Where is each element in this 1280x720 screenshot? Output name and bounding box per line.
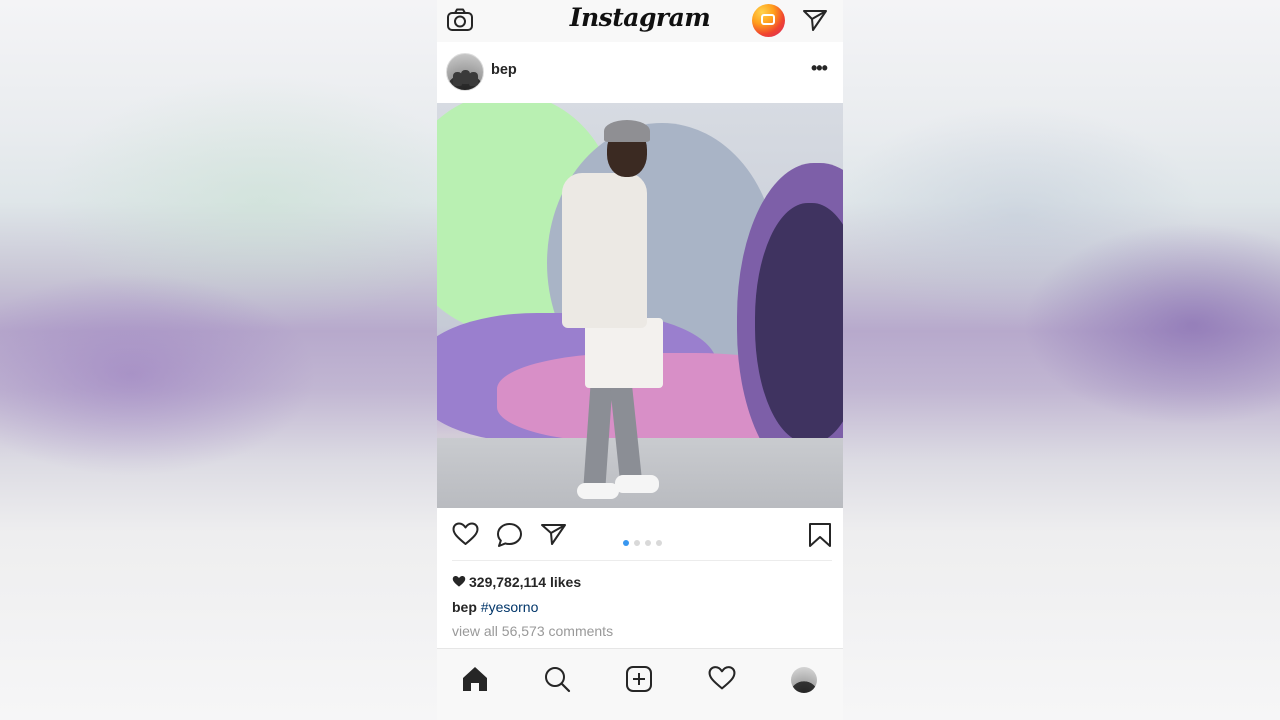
igtv-icon[interactable] bbox=[752, 4, 785, 37]
comment-bubble-icon[interactable] bbox=[496, 522, 523, 553]
instagram-feed-screen: Instagram bep ••• 329,782,114 likes bep … bbox=[437, 0, 843, 720]
caption-author[interactable]: bep bbox=[452, 599, 477, 615]
likes-count[interactable]: 329,782,114 likes bbox=[452, 574, 581, 591]
carousel-dot bbox=[623, 540, 629, 546]
caption-hashtag[interactable]: #yesorno bbox=[481, 599, 539, 615]
top-bar: Instagram bbox=[437, 0, 843, 42]
post-actions bbox=[437, 508, 843, 560]
background-right-blur bbox=[843, 0, 1280, 720]
like-heart-icon[interactable] bbox=[452, 522, 479, 551]
home-icon[interactable] bbox=[461, 665, 489, 698]
post-header: bep ••• bbox=[437, 48, 843, 96]
carousel-dot bbox=[656, 540, 662, 546]
background-left-blur bbox=[0, 0, 437, 720]
carousel-dot bbox=[645, 540, 651, 546]
carousel-indicator bbox=[623, 533, 667, 551]
divider bbox=[452, 560, 832, 561]
more-options-icon[interactable]: ••• bbox=[811, 58, 828, 79]
share-paper-plane-icon[interactable] bbox=[540, 522, 567, 551]
post-image[interactable] bbox=[437, 103, 843, 508]
heart-filled-icon bbox=[452, 575, 466, 591]
avatar[interactable] bbox=[446, 53, 484, 91]
search-icon[interactable] bbox=[543, 665, 571, 698]
add-post-icon[interactable] bbox=[625, 665, 653, 698]
likes-text: 329,782,114 likes bbox=[469, 574, 582, 590]
activity-heart-icon[interactable] bbox=[708, 665, 736, 696]
bottom-tab-bar bbox=[437, 648, 843, 720]
profile-avatar[interactable] bbox=[791, 667, 817, 693]
post-username[interactable]: bep bbox=[491, 62, 517, 78]
paper-plane-icon[interactable] bbox=[802, 8, 828, 37]
carousel-dot bbox=[634, 540, 640, 546]
view-comments-link[interactable]: view all 56,573 comments bbox=[452, 623, 613, 639]
bookmark-icon[interactable] bbox=[808, 522, 832, 553]
post-caption: bep #yesorno bbox=[452, 599, 538, 615]
